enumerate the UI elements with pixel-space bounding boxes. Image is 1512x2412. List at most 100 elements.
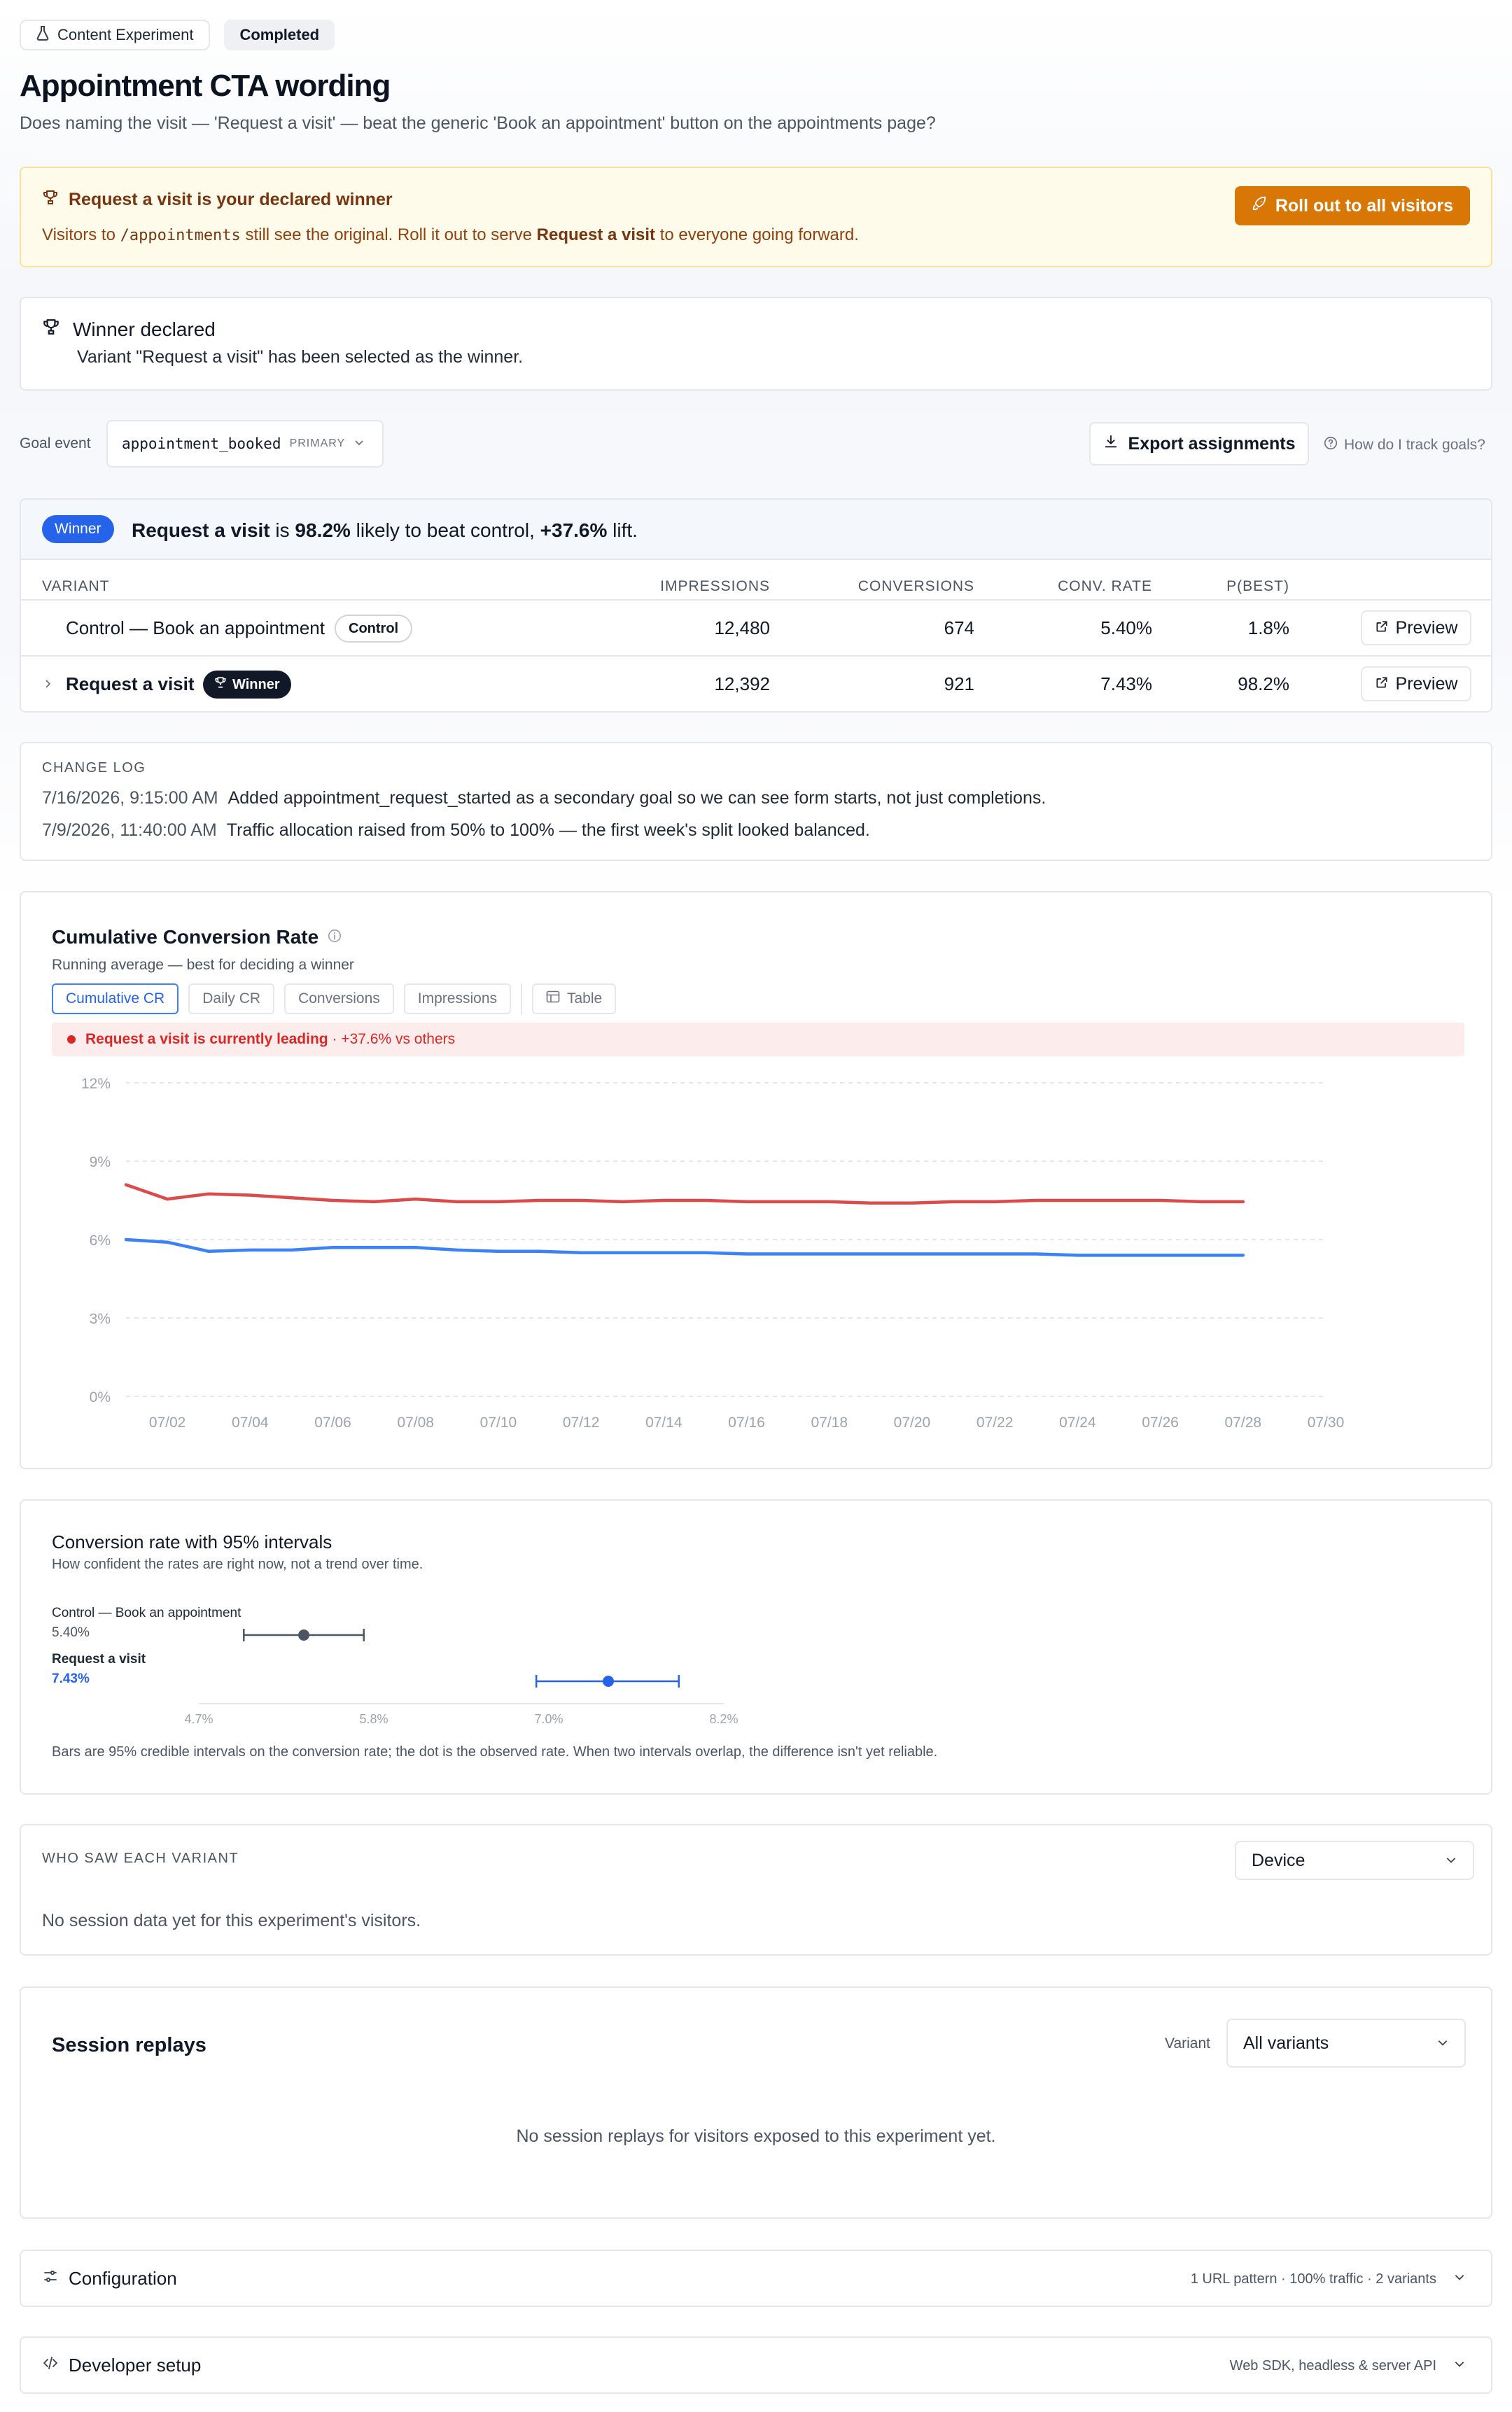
banner-text: Visitors to /appointments still see the …	[42, 225, 859, 245]
summary-lift: +37.6%	[540, 519, 608, 541]
who-saw-empty: No session data yet for this experiment'…	[42, 1911, 421, 1930]
configuration-section[interactable]: Configuration 1 URL pattern · 100% traff…	[20, 2250, 1492, 2307]
tab-table-label: Table	[567, 990, 603, 1007]
preview-label: Preview	[1395, 617, 1458, 638]
variant-name: Control — Book an appointment	[66, 617, 325, 638]
x-tick-label: 07/24	[1059, 1415, 1096, 1431]
banner-winner-inline: Request a visit	[536, 225, 656, 244]
p-best-value: 98.2%	[1238, 673, 1289, 694]
page-title: Appointment CTA wording	[20, 69, 391, 103]
help-circle-icon	[1323, 435, 1338, 455]
export-assignments-button[interactable]: Export assignments	[1089, 422, 1309, 465]
goal-event-select[interactable]: appointment_booked PRIMARY	[106, 420, 384, 468]
tab-conversions[interactable]: Conversions	[284, 983, 394, 1014]
conversions-value: 674	[944, 617, 974, 638]
x-tick-label: 07/08	[397, 1415, 434, 1431]
leading-variant-name: Request a visit	[85, 1031, 190, 1047]
interval-rate-label: 5.40%	[52, 1625, 90, 1640]
rollout-label: Roll out to all visitors	[1275, 195, 1453, 216]
x-tick-label: 8.2%	[709, 1712, 738, 1726]
developer-setup-section[interactable]: Developer setup Web SDK, headless & serv…	[20, 2336, 1492, 2394]
chevron-down-icon	[354, 437, 365, 451]
x-tick-label: 07/20	[894, 1415, 931, 1431]
replays-title: Session replays	[52, 2034, 206, 2056]
chart-title: Cumulative Conversion Rate	[52, 926, 342, 948]
configuration-meta-text: 1 URL pattern · 100% traffic · 2 variant…	[1190, 2271, 1436, 2287]
chevron-down-icon	[1453, 2357, 1466, 2374]
y-tick-label: 0%	[90, 1389, 111, 1405]
x-tick-label: 07/16	[728, 1415, 765, 1431]
trophy-icon	[42, 189, 59, 211]
banner-text-a: Visitors to	[42, 225, 120, 244]
info-icon[interactable]	[327, 926, 342, 948]
configuration-title: Configuration	[42, 2268, 177, 2290]
experiment-type-label: Content Experiment	[57, 26, 194, 43]
status-badge: Completed	[224, 20, 335, 50]
log-entry: 7/9/2026, 11:40:00 AM Traffic allocation …	[42, 820, 870, 841]
summary-text-b: likely to beat control,	[350, 519, 540, 541]
trophy-icon	[42, 318, 60, 341]
ci-subtitle: How confident the rates are right now, n…	[52, 1557, 424, 1572]
results-table: Winner Request a visit is 98.2% likely t…	[20, 498, 1492, 713]
column-header-impressions: IMPRESSIONS	[660, 578, 770, 594]
banner-text-c: to everyone going forward.	[655, 225, 859, 244]
p-best-value: 1.8%	[1247, 617, 1289, 638]
log-timestamp: 7/9/2026, 11:40:00 AM	[42, 820, 217, 840]
rollout-button[interactable]: Roll out to all visitors	[1234, 186, 1470, 225]
impressions-value: 12,480	[714, 617, 770, 638]
divider	[521, 983, 522, 1014]
variant-name: Request a visit	[66, 673, 195, 694]
variant-filter-select[interactable]: All variants	[1226, 2019, 1466, 2068]
winner-banner: Request a visit is your declared winner …	[20, 167, 1492, 267]
interval-series-label: Control — Book an appointment	[52, 1606, 241, 1620]
interval-point	[298, 1629, 309, 1641]
chart-tabs: Cumulative CR Daily CR Conversions Impre…	[52, 983, 617, 1014]
goal-event-value: appointment_booked	[122, 435, 281, 452]
summary-winner-name: Request a visit	[132, 519, 270, 541]
chevron-down-icon	[1445, 1851, 1457, 1871]
developer-setup-meta: Web SDK, headless & server API	[1230, 2357, 1466, 2374]
page-subtitle: Does naming the visit — 'Request a visit…	[20, 113, 936, 133]
tab-impressions[interactable]: Impressions	[403, 983, 511, 1014]
track-goals-help-link[interactable]: How do I track goals?	[1323, 435, 1485, 455]
developer-setup-title-text: Developer setup	[69, 2355, 202, 2376]
preview-button[interactable]: Preview	[1361, 666, 1471, 701]
tab-cumulative-cr[interactable]: Cumulative CR	[52, 983, 179, 1014]
series-line	[124, 1237, 1245, 1257]
banner-winner-name: Request a visit	[69, 190, 192, 209]
interval-point	[603, 1676, 614, 1687]
preview-label: Preview	[1395, 673, 1458, 694]
table-row[interactable]: Request a visit Winner 12,392 921 7.43% …	[21, 657, 1491, 711]
cumulative-chart-card: Cumulative Conversion Rate Running avera…	[20, 891, 1492, 1469]
configuration-meta: 1 URL pattern · 100% traffic · 2 variant…	[1191, 2271, 1466, 2287]
tab-daily-cr[interactable]: Daily CR	[188, 983, 275, 1014]
winner-badge: Winner	[42, 515, 114, 543]
external-link-icon	[1375, 674, 1389, 694]
conversions-value: 921	[944, 673, 974, 694]
developer-setup-meta-text: Web SDK, headless & server API	[1229, 2357, 1436, 2374]
experiment-type-pill: Content Experiment	[20, 20, 211, 50]
variant-filter-value: All variants	[1243, 2033, 1329, 2053]
x-tick-label: 07/12	[563, 1415, 600, 1431]
banner-path: /appointments	[120, 227, 241, 244]
impressions-value: 12,392	[714, 673, 770, 694]
y-tick-label: 3%	[90, 1311, 111, 1327]
x-tick-label: 07/22	[976, 1415, 1014, 1431]
table-row[interactable]: Control — Book an appointment Control 12…	[21, 601, 1491, 657]
tab-table[interactable]: Table	[532, 983, 617, 1014]
x-tick-label: 07/30	[1308, 1415, 1345, 1431]
column-header-variant: VARIANT	[42, 578, 110, 594]
declared-title: Winner declared	[42, 318, 216, 341]
control-tag: Control	[335, 615, 413, 643]
declared-title-text: Winner declared	[73, 318, 216, 340]
chevron-right-icon[interactable]	[42, 678, 53, 694]
breakdown-select[interactable]: Device	[1235, 1841, 1474, 1880]
intervals-card: Conversion rate with 95% intervals How c…	[20, 1499, 1492, 1795]
winner-tag-label: Winner	[232, 676, 280, 692]
breakdown-select-value: Device	[1252, 1850, 1306, 1870]
help-label: How do I track goals?	[1344, 437, 1485, 453]
preview-button[interactable]: Preview	[1361, 610, 1471, 645]
x-tick-label: 07/26	[1142, 1415, 1179, 1431]
log-timestamp: 7/16/2026, 9:15:00 AM	[42, 788, 218, 808]
interval-rate-label: 7.43%	[52, 1671, 90, 1686]
